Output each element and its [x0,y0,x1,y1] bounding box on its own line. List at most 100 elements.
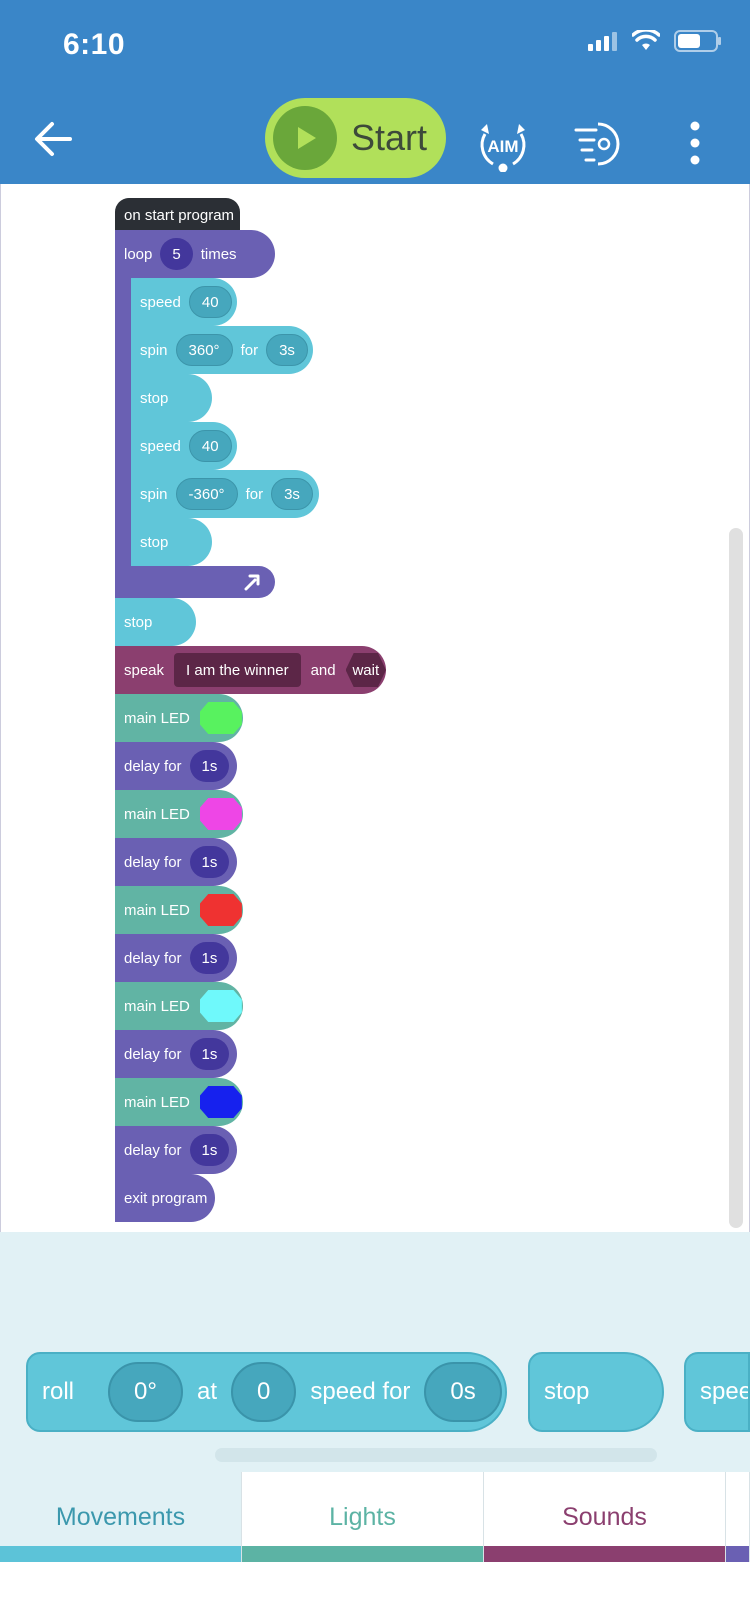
palette-roll-block[interactable]: roll 0° at 0 speed for 0s [26,1352,507,1432]
battery-icon [674,30,721,52]
speak-text-input[interactable]: I am the winner [174,653,301,687]
aim-icon[interactable]: AIM [475,116,531,172]
start-button-label: Start [351,117,428,158]
delay-value-input[interactable]: 1s [189,1038,230,1070]
signal-icon [588,32,617,51]
led-color-swatch[interactable] [199,990,242,1022]
main-led-block[interactable]: main LED [115,694,243,750]
roll-duration-input[interactable]: 0s [424,1362,502,1422]
speed-label: speed [140,437,181,455]
speed-block[interactable]: speed 40 [131,278,237,334]
speed-value-input[interactable]: 40 [188,286,232,318]
top-bar: 6:10 Start AIM [0,0,750,184]
spin-angle-input[interactable]: -360° [175,478,238,510]
delay-block[interactable]: delay for 1s [115,742,237,798]
program-canvas[interactable] [0,184,750,1232]
delay-value-input[interactable]: 1s [189,846,230,878]
spin-label: spin [140,485,168,503]
speak-wait-toggle[interactable]: wait [345,653,386,687]
delay-block[interactable]: delay for 1s [115,1126,237,1182]
loop-label: loop [124,245,153,263]
speed-label: speed [140,293,181,311]
spin-duration-input[interactable]: 3s [266,334,308,366]
spin-block[interactable]: spin -360° for 3s [131,470,319,526]
spin-duration-input[interactable]: 3s [271,478,313,510]
main-led-label: main LED [124,997,190,1015]
main-led-block[interactable]: main LED [115,1078,243,1134]
led-color-swatch[interactable] [199,1086,242,1118]
speed-block[interactable]: speed 40 [131,422,237,478]
tab-sounds-label: Sounds [562,1502,647,1531]
stop-block[interactable]: stop [131,374,212,430]
main-led-block[interactable]: main LED [115,886,243,942]
app-root: 6:10 Start AIM on start program loop 5 t… [0,0,750,1624]
category-tabs: Movements Lights Sounds [0,1472,750,1562]
exit-program-label: exit program [124,1189,208,1207]
main-led-block[interactable]: main LED [115,982,243,1038]
tab-sounds[interactable]: Sounds [484,1472,726,1562]
back-arrow-icon[interactable] [30,114,80,164]
roll-angle-input[interactable]: 0° [108,1362,183,1422]
speak-block[interactable]: speak I am the winner and wait [115,646,386,702]
stop-label: stop [140,533,169,551]
roll-speed-input[interactable]: 0 [230,1362,297,1422]
stop-block[interactable]: stop [115,598,196,654]
delay-value-input[interactable]: 1s [189,1134,230,1166]
stop-label: stop [124,613,153,631]
delay-block[interactable]: delay for 1s [115,1030,237,1086]
delay-label: delay for [124,757,182,775]
delay-label: delay for [124,1141,182,1159]
delay-block[interactable]: delay for 1s [115,838,237,894]
on-start-program-block[interactable]: on start program [115,198,240,240]
delay-label: delay for [124,949,182,967]
on-start-label: on start program [124,206,235,224]
exit-program-block[interactable]: exit program [115,1174,215,1222]
loop-end-block[interactable] [115,566,275,598]
canvas-scrollbar[interactable] [729,528,743,1228]
tab-lights[interactable]: Lights [242,1472,484,1562]
roll-speed-for-label: speed for [310,1378,411,1405]
tab-sounds-bar [484,1546,725,1562]
loop-count-input[interactable]: 5 [160,238,193,270]
tab-more-bar [726,1546,749,1562]
loop-return-arrow-icon [244,574,260,591]
more-options-icon[interactable] [680,116,710,172]
palette-scrollbar[interactable] [215,1448,657,1462]
led-color-swatch[interactable] [199,798,242,830]
spin-block[interactable]: spin 360° for 3s [131,326,313,382]
palette-speed-block[interactable]: spee [684,1352,750,1432]
stop-label: stop [140,389,169,407]
main-led-label: main LED [124,805,190,823]
main-led-block[interactable]: main LED [115,790,243,846]
delay-value-input[interactable]: 1s [189,942,230,974]
drive-icon[interactable] [570,116,626,172]
palette-stop-block[interactable]: stop [528,1352,664,1432]
delay-block[interactable]: delay for 1s [115,934,237,990]
roll-label: roll [42,1378,75,1405]
led-color-swatch[interactable] [199,894,242,926]
play-icon [273,106,337,170]
delay-value-input[interactable]: 1s [189,750,230,782]
main-led-label: main LED [124,709,190,727]
tab-movements-label: Movements [55,1502,186,1531]
led-color-swatch[interactable] [199,702,242,734]
main-led-label: main LED [124,1093,190,1111]
spin-for-label: for [240,341,259,359]
roll-at-label: at [196,1378,217,1405]
speed-value-input[interactable]: 40 [188,430,232,462]
tab-lights-label: Lights [329,1502,396,1531]
spin-label: spin [140,341,168,359]
palette-speed-label: spee [700,1378,750,1405]
wifi-icon [632,30,660,50]
spin-angle-input[interactable]: 360° [175,334,233,366]
loop-block[interactable]: loop 5 times [115,230,275,286]
aim-label: AIM [487,137,518,156]
tab-movements[interactable]: Movements [0,1472,242,1562]
speak-and-label: and [310,661,336,679]
tab-more[interactable] [726,1472,750,1562]
delay-label: delay for [124,853,182,871]
stop-block[interactable]: stop [131,518,212,574]
start-button[interactable]: Start [265,98,446,178]
palette-stop-label: stop [544,1378,590,1405]
status-time: 6:10 [63,28,126,61]
